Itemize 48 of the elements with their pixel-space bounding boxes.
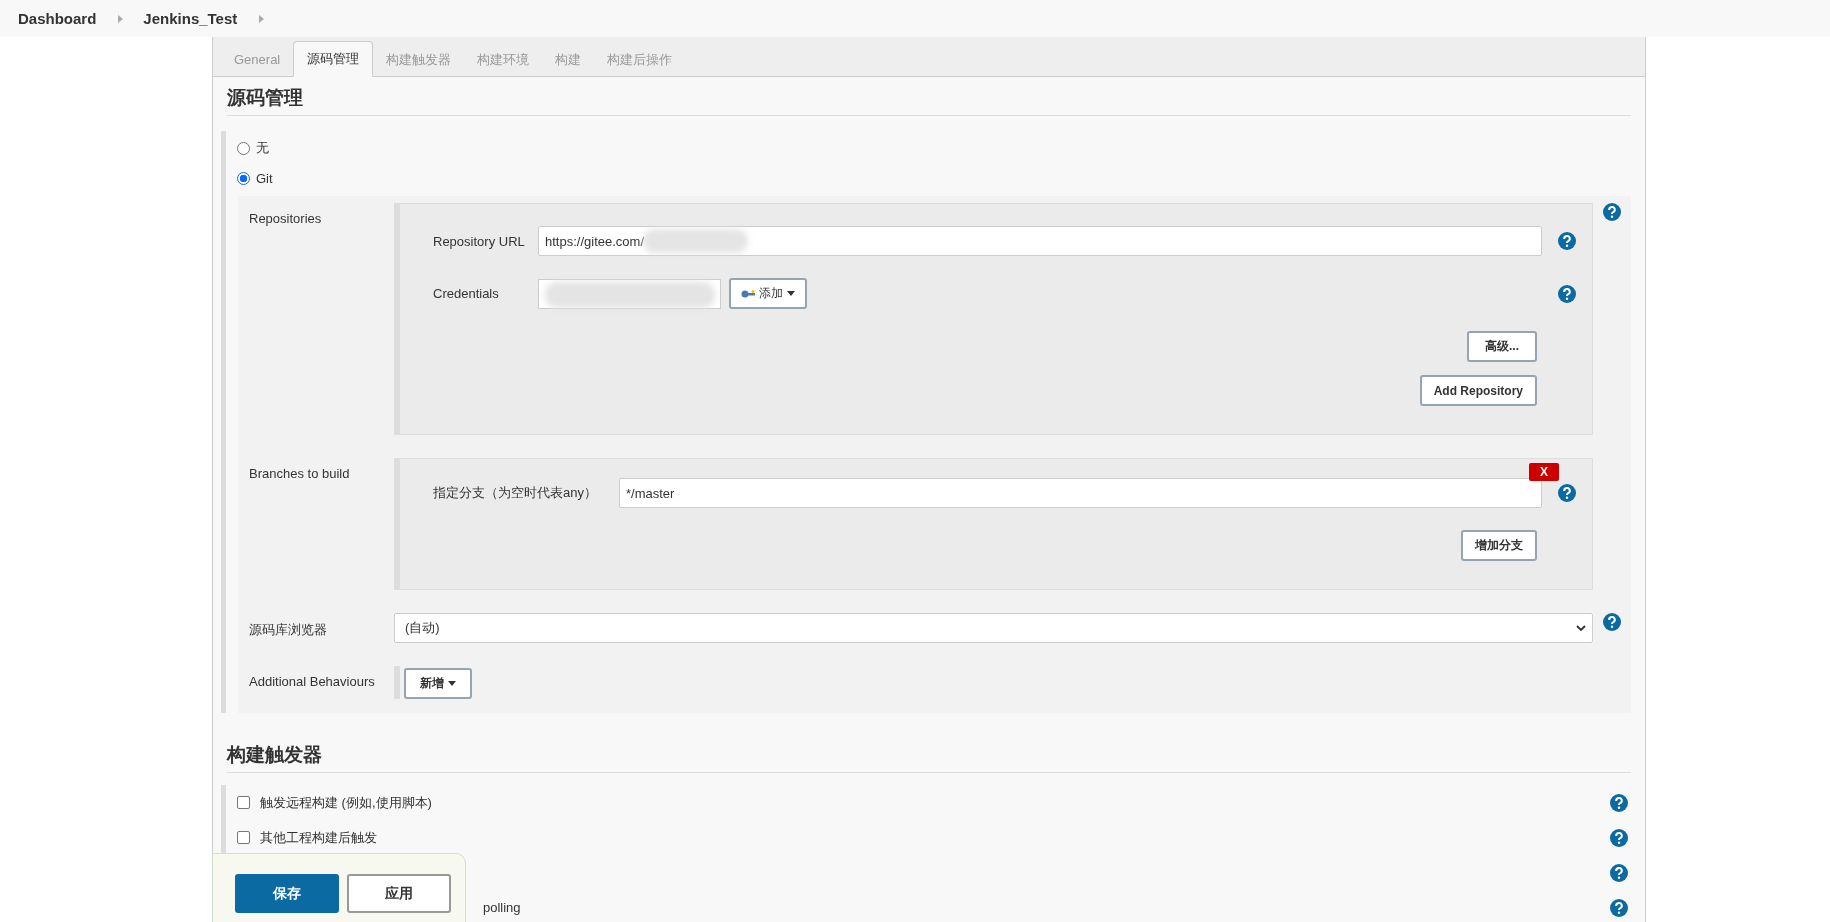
tab[interactable]: 源码管理 xyxy=(293,41,374,77)
chevron-icon xyxy=(118,14,124,23)
field-label: Repositories xyxy=(248,210,323,228)
radio-button[interactable] xyxy=(237,171,250,185)
button[interactable]: Add Repository xyxy=(1419,375,1537,406)
caret-icon xyxy=(787,291,795,296)
checkbox[interactable] xyxy=(237,831,250,844)
caret-icon xyxy=(448,681,456,686)
help-icon[interactable] xyxy=(1603,203,1621,221)
field-label: Additional Behaviours xyxy=(248,673,376,691)
radio-label: Git xyxy=(256,170,273,186)
help-icon[interactable] xyxy=(1610,863,1628,882)
section-heading: 源码管理 xyxy=(227,77,1631,116)
help-icon[interactable] xyxy=(1558,284,1576,303)
help-icon[interactable] xyxy=(1558,484,1576,502)
text-field[interactable]: */master xyxy=(619,478,1542,508)
save-button[interactable]: 保存 xyxy=(235,874,339,913)
field-label: Branches to build xyxy=(248,465,351,483)
breadcrumb-link[interactable]: Jenkins_Test xyxy=(143,10,238,27)
field-label: Credentials xyxy=(432,286,500,301)
radio-button[interactable] xyxy=(237,141,250,155)
delete-button[interactable]: X xyxy=(1529,463,1559,481)
add-button[interactable]: 添加 xyxy=(729,278,807,309)
breadcrumb-link[interactable]: Dashboard xyxy=(18,10,97,27)
help-icon[interactable] xyxy=(1603,613,1621,631)
radio-label: 无 xyxy=(256,139,269,157)
credentials-field[interactable] xyxy=(538,278,721,309)
add-button[interactable]: 新增 xyxy=(404,668,472,699)
chevron-down-icon xyxy=(1576,625,1586,631)
button[interactable]: 高级... xyxy=(1467,331,1537,362)
section-heading: 构建触发器 xyxy=(227,734,1631,773)
apply-button[interactable]: 应用 xyxy=(347,874,451,913)
field-label: 指定分支（为空时代表any） xyxy=(432,484,598,502)
help-icon[interactable] xyxy=(1610,828,1628,847)
checkbox-label: polling xyxy=(483,900,521,915)
help-icon[interactable] xyxy=(1610,898,1628,917)
checkbox-label: 其他工程构建后触发 xyxy=(260,828,377,847)
key-icon xyxy=(741,289,755,298)
url-field[interactable]: https://gitee.com/ xyxy=(538,226,1542,256)
chevron-icon xyxy=(259,14,265,23)
checkbox[interactable] xyxy=(237,796,250,809)
dropdown[interactable]: (自动) xyxy=(394,613,1593,643)
field-label: Repository URL xyxy=(432,233,526,249)
help-icon[interactable] xyxy=(1558,232,1576,250)
button[interactable]: 增加分支 xyxy=(1461,530,1537,561)
field-label: 源码库浏览器 xyxy=(248,621,328,639)
help-icon[interactable] xyxy=(1610,793,1628,812)
checkbox-label: 触发远程构建 (例如,使用脚本) xyxy=(260,793,432,812)
